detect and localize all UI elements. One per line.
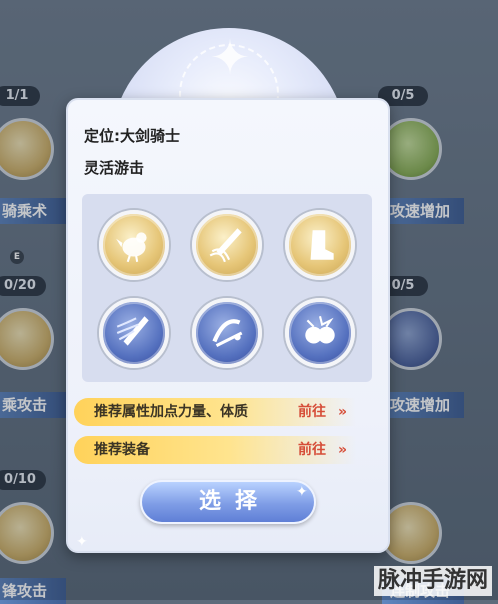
recommend-attributes-row[interactable]: 推荐属性加点力量、体质 前往 » — [74, 398, 356, 426]
sparkle-icon: ✦ — [76, 534, 88, 550]
skill-grid — [82, 194, 372, 382]
recommend-attributes-go-link[interactable]: 前往 — [298, 398, 326, 426]
slash-impact-icon[interactable] — [192, 298, 262, 368]
chocobo-icon[interactable] — [99, 210, 169, 280]
sparkle-icon: ✦ — [296, 484, 308, 500]
sword-emblem-icon: ✦ — [209, 30, 251, 86]
spear-dash-icon[interactable] — [99, 298, 169, 368]
class-role: 定位:大剑骑士 — [84, 127, 180, 145]
select-button[interactable]: 选择 — [140, 480, 316, 524]
recommend-equipment-label: 推荐装备 — [94, 442, 150, 458]
double-chevron-right-icon: » — [338, 404, 348, 420]
recommend-equipment-row[interactable]: 推荐装备 前往 » — [74, 436, 356, 464]
watermark: 脉冲手游网 — [373, 566, 492, 596]
recommend-equipment-go-link[interactable]: 前往 — [298, 436, 326, 464]
boot-icon[interactable] — [285, 210, 355, 280]
burst-icon[interactable] — [285, 298, 355, 368]
recommend-attributes-label: 推荐属性加点力量、体质 — [94, 404, 248, 420]
play-style: 灵活游击 — [84, 159, 145, 177]
spear-thrust-icon[interactable] — [192, 210, 262, 280]
double-chevron-right-icon: » — [338, 442, 348, 458]
